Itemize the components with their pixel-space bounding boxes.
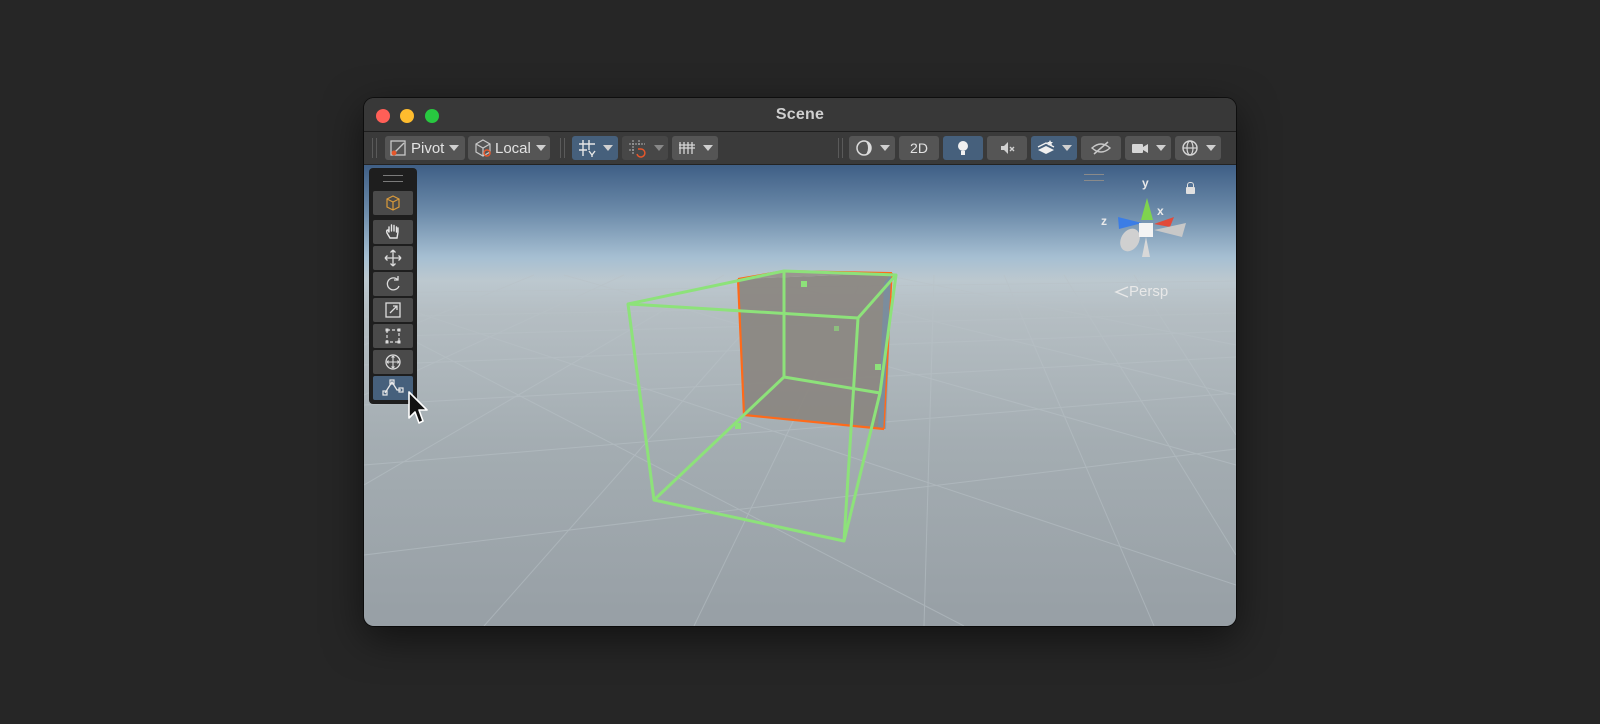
pivot-dropdown[interactable]: Pivot	[385, 136, 465, 160]
chevron-down-icon	[654, 145, 664, 151]
toolbar-grip[interactable]	[560, 138, 565, 158]
orientation-gizmo[interactable]	[1116, 198, 1186, 257]
pivot-icon	[389, 138, 409, 158]
rect-transform-icon	[385, 328, 401, 344]
selected-cube[interactable]	[736, 269, 894, 431]
pivot-label: Pivot	[411, 139, 445, 157]
transform-tool-button[interactable]	[373, 350, 413, 374]
lighting-icon	[954, 139, 972, 157]
transform-icon	[385, 354, 401, 370]
chevron-down-icon	[1206, 145, 1216, 151]
move-arrows-icon	[384, 249, 402, 267]
gizmos-dropdown[interactable]	[1175, 136, 1221, 160]
chevron-down-icon	[603, 145, 613, 151]
rect-tool-button[interactable]	[373, 324, 413, 348]
perspective-icon	[1114, 286, 1129, 298]
lock-icon[interactable]	[1186, 182, 1195, 194]
local-label: Local	[495, 139, 531, 157]
scene-grid	[364, 198, 1236, 626]
gizmo-z-label: z	[1101, 214, 1107, 228]
move-tool-button[interactable]	[373, 246, 413, 270]
tools-overlay	[369, 168, 417, 404]
toolbar-grip[interactable]	[838, 138, 843, 158]
chevron-down-icon	[703, 145, 713, 151]
toolbar-grip[interactable]	[372, 138, 377, 158]
tools-drag-handle[interactable]	[383, 175, 403, 182]
grid-snap-button[interactable]	[572, 136, 618, 160]
2d-toggle[interactable]: 2D	[899, 136, 939, 160]
visibility-toggle[interactable]	[1081, 136, 1121, 160]
chevron-down-icon	[449, 145, 460, 151]
chevron-down-icon	[1156, 145, 1166, 151]
effects-dropdown[interactable]	[1031, 136, 1077, 160]
scene-viewport[interactable]: y x z Persp	[364, 165, 1236, 626]
edit-bounds-icon	[382, 379, 404, 396]
local-dropdown[interactable]: Local	[468, 136, 550, 160]
camera-icon	[1130, 138, 1150, 158]
audio-toggle[interactable]	[987, 136, 1027, 160]
gizmos-icon	[1180, 138, 1200, 158]
scene-toolbar: Pivot Local 2D	[364, 132, 1236, 165]
chevron-down-icon	[880, 145, 890, 151]
hand-icon	[385, 224, 399, 239]
shading-mode-dropdown[interactable]	[849, 136, 895, 160]
gizmo-x-label: x	[1157, 204, 1164, 218]
projection-label: Persp	[1129, 283, 1169, 300]
visibility-icon	[1090, 139, 1112, 157]
title-bar[interactable]: Scene	[364, 98, 1236, 132]
audio-icon	[998, 139, 1016, 157]
window-title: Scene	[775, 106, 825, 123]
scene-window: Scene Pivot Local 2D y x z Persp	[364, 98, 1236, 626]
grid-visibility-button[interactable]	[672, 136, 718, 160]
effects-icon	[1036, 138, 1056, 158]
chevron-down-icon	[535, 145, 546, 151]
view-tool-button[interactable]	[373, 220, 413, 244]
mouse-cursor-icon	[408, 391, 428, 424]
grid-snap-icon	[577, 138, 597, 158]
cube-icon	[386, 195, 400, 211]
increment-snap-button[interactable]	[622, 136, 668, 160]
lighting-toggle[interactable]	[943, 136, 983, 160]
scale-icon	[385, 302, 401, 318]
scale-tool-button[interactable]	[373, 298, 413, 322]
gizmo-y-label: y	[1142, 176, 1149, 190]
local-icon	[473, 138, 493, 158]
camera-dropdown[interactable]	[1125, 136, 1171, 160]
rotate-icon	[386, 276, 400, 291]
grid-visibility-icon	[677, 138, 697, 158]
2d-label: 2D	[910, 140, 928, 156]
custom-tool-button[interactable]	[373, 376, 413, 400]
custom-editor-tool-button[interactable]	[373, 191, 413, 215]
chevron-down-icon	[1062, 145, 1072, 151]
shading-mode-icon	[854, 138, 874, 158]
increment-snap-icon	[627, 138, 647, 158]
gizmo-drag-handle[interactable]	[1084, 174, 1104, 181]
rotate-tool-button[interactable]	[373, 272, 413, 296]
